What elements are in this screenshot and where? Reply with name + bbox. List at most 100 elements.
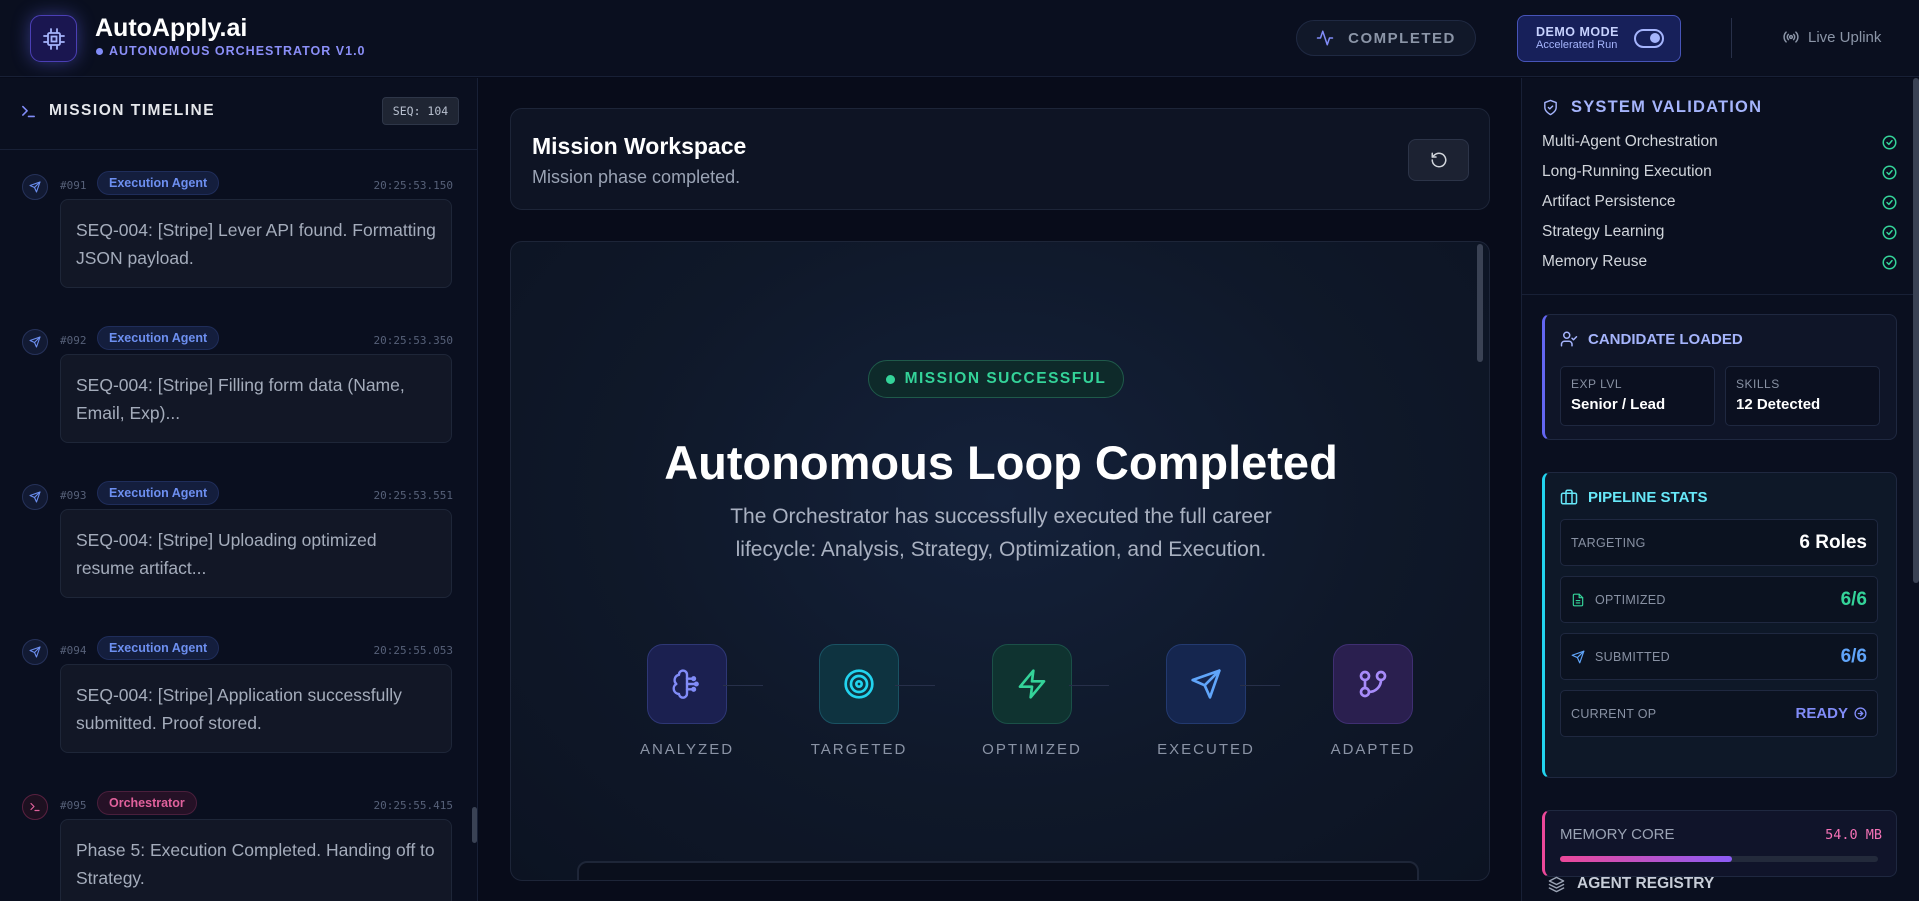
phase-adapted: ADAPTED (1308, 644, 1438, 758)
candidate-header: CANDIDATE LOADED (1560, 330, 1743, 348)
send-icon (22, 639, 48, 665)
agent-registry-title: AGENT REGISTRY (1577, 875, 1715, 892)
briefcase-icon (1560, 489, 1578, 505)
log-seq: #094 (60, 644, 87, 657)
memory-label: MEMORY CORE (1560, 826, 1675, 843)
memory-progress-fill (1560, 856, 1732, 862)
pipeline-header: PIPELINE STATS (1560, 488, 1707, 506)
workspace-subtitle: Mission phase completed. (532, 167, 741, 187)
check-circle-icon (1882, 255, 1897, 269)
output-panel (577, 861, 1419, 880)
log-timestamp: 20:25:53.150 (373, 179, 453, 192)
timeline-header: MISSION TIMELINE SEQ: 104 (0, 78, 477, 150)
agent-badge: Execution Agent (97, 326, 220, 350)
arrow-right-circle-icon (1854, 707, 1867, 720)
memory-core-card: MEMORY CORE 54.0 MB (1542, 810, 1897, 877)
current-op-label: CURRENT OP (1571, 706, 1657, 721)
send-icon (22, 329, 48, 355)
mission-status-text: COMPLETED (1348, 29, 1456, 47)
success-card-scrollbar[interactable] (1477, 244, 1483, 362)
log-message: SEQ-004: [Stripe] Lever API found. Forma… (60, 199, 452, 288)
phase-label: OPTIMIZED (982, 741, 1082, 758)
demo-mode-subtitle: Accelerated Run (1536, 39, 1618, 52)
app-title: AutoApply.ai (95, 14, 248, 42)
radio-signal-icon (1783, 31, 1799, 43)
memory-value: 54.0 MB (1825, 827, 1882, 843)
check-circle-icon (1882, 195, 1897, 209)
targeting-label: TARGETING (1571, 535, 1646, 550)
loop-description: The Orchestrator has successfully execut… (730, 505, 1272, 561)
phase-executed: EXECUTED (1141, 644, 1271, 758)
workspace-header-card: Mission Workspace Mission phase complete… (510, 108, 1490, 210)
optimized-label-group: OPTIMIZED (1571, 593, 1666, 607)
send-icon (1166, 644, 1246, 724)
success-dot-icon (885, 374, 895, 384)
toggle-knob (1650, 33, 1660, 43)
optimized-label: OPTIMIZED (1595, 592, 1666, 607)
agent-badge: Execution Agent (97, 636, 220, 660)
phase-targeted: TARGETED (794, 644, 924, 758)
pipeline-stats-card: PIPELINE STATS TARGETING 6 Roles OPTIMIZ… (1542, 472, 1897, 778)
header-divider (1731, 18, 1732, 58)
send-icon (22, 174, 48, 200)
experience-level-box: EXP LVL Senior / Lead (1560, 366, 1715, 426)
file-text-icon (1572, 593, 1584, 606)
log-timestamp: 20:25:53.551 (373, 489, 453, 502)
submitted-row: SUBMITTED 6/6 (1560, 633, 1878, 680)
phase-label: ADAPTED (1330, 741, 1416, 758)
timeline-scrollbar[interactable] (472, 807, 477, 843)
agent-badge: Execution Agent (97, 171, 220, 195)
log-timestamp: 20:25:55.053 (373, 644, 453, 657)
shield-check-icon (1544, 99, 1557, 116)
skills-label: SKILLS (1736, 377, 1780, 391)
log-message: SEQ-004: [Stripe] Application successful… (60, 664, 452, 753)
phase-connector (723, 685, 763, 686)
validation-label: Multi-Agent Orchestration (1542, 133, 1718, 150)
memory-progress-bar (1560, 856, 1878, 862)
toggle-switch[interactable] (1634, 29, 1664, 48)
agent-registry-header[interactable]: AGENT REGISTRY (1548, 875, 1714, 893)
reset-button[interactable] (1408, 139, 1469, 181)
app-subtitle-text: AUTONOMOUS ORCHESTRATOR V1.0 (109, 44, 366, 58)
validation-item: Artifact Persistence (1542, 193, 1897, 211)
log-seq: #091 (60, 179, 87, 192)
demo-mode-text: DEMO MODE Accelerated Run (1536, 24, 1619, 52)
targeting-value: 6 Roles (1799, 531, 1867, 553)
zap-icon (992, 644, 1072, 724)
mission-successful-badge: MISSION SUCCESSFUL (868, 360, 1124, 398)
app-subtitle: AUTONOMOUS ORCHESTRATOR V1.0 (96, 44, 366, 58)
loop-completed-title: Autonomous Loop Completed (664, 436, 1338, 489)
validation-label: Memory Reuse (1542, 253, 1648, 270)
check-circle-icon (1882, 225, 1897, 239)
rotate-ccw-icon (1431, 152, 1446, 168)
check-circle-icon (1882, 135, 1897, 149)
demo-mode-title: DEMO MODE (1536, 24, 1619, 39)
log-timestamp: 20:25:53.350 (373, 334, 453, 347)
demo-mode-toggle[interactable]: DEMO MODE Accelerated Run (1517, 15, 1681, 62)
validation-item: Multi-Agent Orchestration (1542, 133, 1897, 151)
submitted-label: SUBMITTED (1595, 649, 1670, 664)
terminal-icon (22, 105, 35, 117)
validation-label: Artifact Persistence (1542, 193, 1676, 210)
timeline-title-text: MISSION TIMELINE (49, 102, 216, 119)
log-message: SEQ-004: [Stripe] Filling form data (Nam… (60, 354, 452, 443)
phase-connector (895, 685, 935, 686)
mission-workspace: Mission Workspace Mission phase complete… (479, 78, 1521, 901)
sidebar-scrollbar[interactable] (1913, 78, 1919, 583)
status-dot-icon (96, 47, 103, 55)
current-op-status: READY (1795, 705, 1867, 722)
cpu-logo-icon (30, 15, 77, 62)
log-seq: #095 (60, 799, 87, 812)
check-circle-icon (1882, 165, 1897, 179)
send-icon (1571, 650, 1585, 663)
live-uplink-status: Live Uplink (1782, 28, 1881, 46)
phase-optimized: OPTIMIZED (967, 644, 1097, 758)
validation-item: Memory Reuse (1542, 253, 1897, 271)
optimized-value: 6/6 (1840, 588, 1867, 610)
layers-icon (1548, 876, 1565, 892)
submitted-label-group: SUBMITTED (1571, 650, 1670, 664)
terminal-icon (22, 794, 48, 820)
send-icon (22, 484, 48, 510)
log-timestamp: 20:25:55.415 (373, 799, 453, 812)
experience-value: Senior / Lead (1571, 396, 1666, 413)
